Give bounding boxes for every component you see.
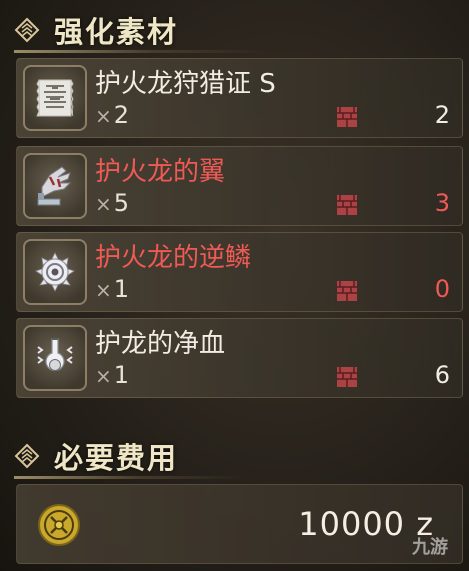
cost-section-header: 必要费用: [14, 436, 178, 476]
cost-section-title: 必要费用: [54, 441, 179, 475]
material-row-2[interactable]: 护火龙的翼 ×5 3: [16, 146, 463, 226]
scale-icon: [23, 239, 87, 305]
material-required-qty: ×1: [95, 361, 130, 389]
material-name: 护火龙狩猎证 S: [95, 69, 276, 99]
material-owned-qty: 0: [434, 275, 450, 303]
material-row-3[interactable]: 护火龙的逆鳞 ×1 0: [16, 232, 463, 312]
materials-section-header: 强化素材: [14, 10, 178, 50]
zenny-coin-icon: [38, 504, 80, 546]
material-name: 护龙的净血: [95, 329, 226, 359]
materials-section-title: 强化素材: [54, 15, 179, 49]
section-diamond-icon: [14, 443, 40, 469]
material-row-4[interactable]: 护龙的净血 ×1 6: [16, 318, 463, 398]
material-required-qty: ×2: [95, 101, 130, 129]
material-row-1[interactable]: 护火龙狩猎证 S ×2 2: [16, 58, 463, 138]
item-box-icon: [337, 281, 357, 301]
cost-header-underline: [14, 476, 244, 479]
scroll-icon: [23, 65, 87, 131]
section-diamond-icon: [14, 17, 40, 43]
item-box-icon: [337, 107, 357, 127]
materials-header-underline: [14, 50, 264, 53]
material-owned-qty: 2: [434, 101, 450, 129]
item-box-icon: [337, 367, 357, 387]
material-name: 护火龙的翼: [95, 157, 226, 187]
blood-vial-icon: [23, 325, 87, 391]
material-owned-qty: 6: [434, 361, 450, 389]
material-required-qty: ×5: [95, 189, 130, 217]
wing-icon: [23, 153, 87, 219]
cost-panel: 10000 z 九游: [16, 484, 463, 564]
item-box-icon: [337, 195, 357, 215]
material-required-qty: ×1: [95, 275, 130, 303]
material-owned-qty: 3: [434, 189, 450, 217]
watermark-text: 九游: [412, 537, 448, 558]
material-name: 护火龙的逆鳞: [95, 243, 252, 273]
